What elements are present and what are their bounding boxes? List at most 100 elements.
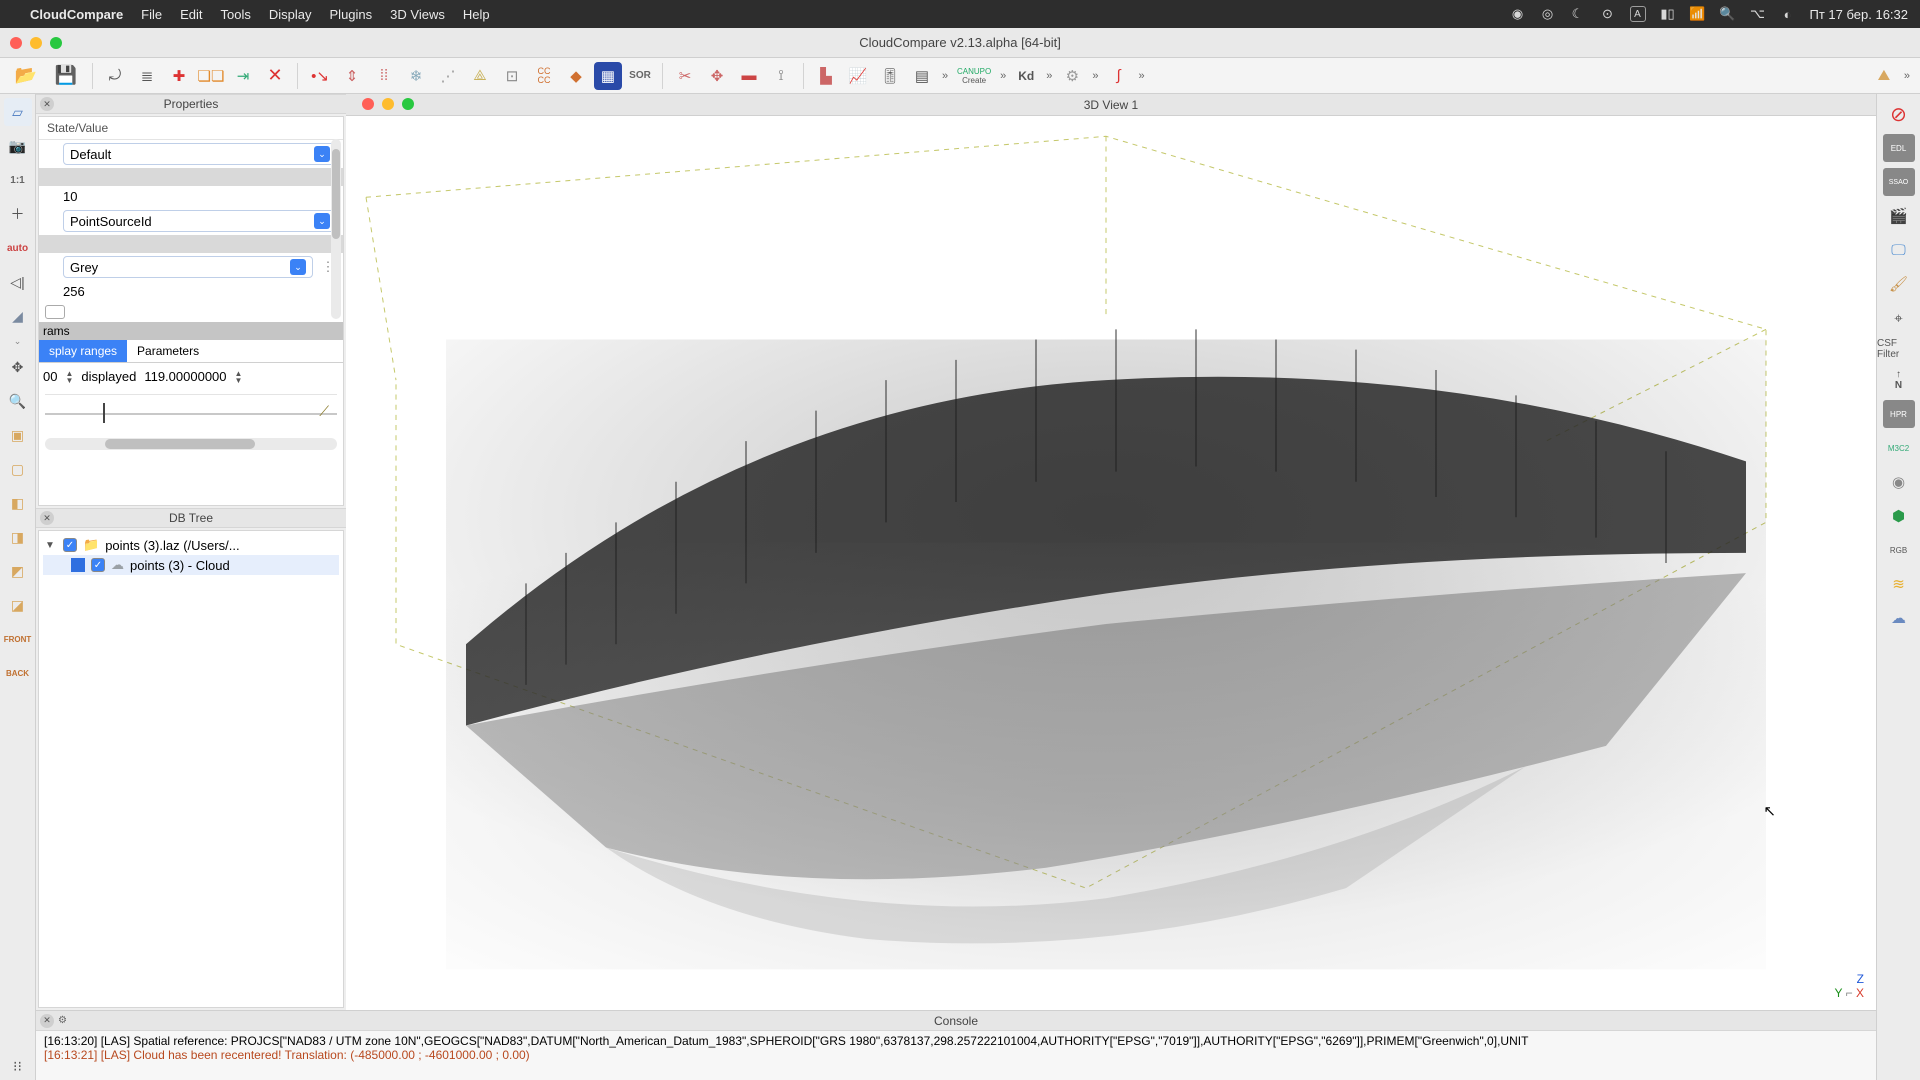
view-left-icon[interactable]: ◧ xyxy=(4,489,32,517)
app-name[interactable]: CloudCompare xyxy=(30,7,123,22)
misc-icon[interactable]: ⁝⁝ xyxy=(4,1052,32,1080)
flip-left-icon[interactable]: ◁| xyxy=(4,268,32,296)
fit-icon[interactable]: ⟟ xyxy=(767,62,795,90)
layers-icon[interactable]: ≋ xyxy=(1883,570,1915,598)
minimize-button[interactable] xyxy=(30,37,42,49)
clock[interactable]: Пт 17 бер. 16:32 xyxy=(1810,7,1909,22)
volume-icon[interactable]: ⛰ xyxy=(1870,62,1898,90)
console-close-icon[interactable]: ✕ xyxy=(40,1014,54,1028)
target-icon[interactable]: ⊙ xyxy=(1600,6,1616,22)
view-close-button[interactable] xyxy=(362,98,374,110)
3d-canvas[interactable]: ↖ Z Y ⌐ X xyxy=(346,116,1876,1010)
menu-plugins[interactable]: Plugins xyxy=(330,7,373,22)
shade-icon[interactable]: ◢ xyxy=(4,302,32,330)
siri-icon[interactable]: ◐ xyxy=(1780,6,1796,22)
canupo-icon[interactable]: CANUPOCreate xyxy=(954,62,994,90)
view-iso-icon[interactable]: ▱ xyxy=(4,98,32,126)
primitive-icon[interactable]: ◆ xyxy=(562,62,590,90)
toolbar-more-6[interactable]: » xyxy=(1902,70,1912,82)
delete-icon[interactable]: ✕ xyxy=(261,62,289,90)
view-back-icon[interactable]: BACK xyxy=(4,659,32,687)
menu-3dviews[interactable]: 3D Views xyxy=(390,7,445,22)
register-icon[interactable]: ⊡ xyxy=(498,62,526,90)
zoom-search-icon[interactable]: 🔍 xyxy=(4,387,32,415)
sf-graph-icon[interactable]: 📈 xyxy=(844,62,872,90)
one-to-one-icon[interactable]: 1:1 xyxy=(4,166,32,194)
h-scrollbar[interactable] xyxy=(45,438,337,450)
view-top-icon[interactable]: ▣ xyxy=(4,421,32,449)
point-picking-icon[interactable]: •↘ xyxy=(306,62,334,90)
menu-file[interactable]: File xyxy=(141,7,162,22)
brush-icon[interactable]: 🖌 xyxy=(1883,270,1915,298)
checkbox[interactable]: ✓ xyxy=(63,538,77,552)
pcv-plugin-icon[interactable]: ◉ xyxy=(1883,468,1915,496)
menu-edit[interactable]: Edit xyxy=(180,7,202,22)
disclosure-triangle-icon[interactable]: ▼ xyxy=(45,540,57,551)
close-button[interactable] xyxy=(10,37,22,49)
delaunay-icon[interactable]: ⟁ xyxy=(466,62,494,90)
pcv-icon[interactable]: ❄ xyxy=(402,62,430,90)
dbtree-close-icon[interactable]: ✕ xyxy=(40,511,54,525)
screen-icon[interactable]: 🖵 xyxy=(1883,236,1915,264)
hpr-icon[interactable]: HPR xyxy=(1883,400,1915,428)
battery-icon[interactable]: ▮▯ xyxy=(1660,6,1676,22)
curve-icon[interactable]: ∫ xyxy=(1105,62,1133,90)
tree-root-row[interactable]: ▼ ✓ 📁 points (3).laz (/Users/... xyxy=(43,535,339,555)
view-bottom-icon[interactable]: ▢ xyxy=(4,455,32,483)
ssao-icon[interactable]: SSAO xyxy=(1883,168,1915,196)
toolbar-more-5[interactable]: » xyxy=(1137,70,1147,82)
view-front-icon[interactable]: FRONT xyxy=(4,625,32,653)
range-max[interactable]: 119.00000000 xyxy=(144,369,226,384)
checkbox[interactable]: ✓ xyxy=(91,558,105,572)
sor-filter-icon[interactable]: SOR xyxy=(626,62,654,90)
record-icon[interactable]: ◉ xyxy=(1510,6,1526,22)
m3c2-icon[interactable]: M3C2 xyxy=(1883,434,1915,462)
lang-icon[interactable]: A xyxy=(1630,6,1646,22)
cross-section-icon[interactable]: ▬ xyxy=(735,62,763,90)
gear-icon[interactable]: ⚙ xyxy=(1058,62,1086,90)
spotlight-icon[interactable]: 🔍 xyxy=(1720,6,1736,22)
tab-parameters[interactable]: Parameters xyxy=(127,340,209,362)
view-minimize-button[interactable] xyxy=(382,98,394,110)
cc-cloud-icon[interactable]: ◎ xyxy=(1540,6,1556,22)
active-sf-combo[interactable]: PointSourceId⌄ xyxy=(63,210,337,232)
sampling-icon[interactable]: ⋰ xyxy=(434,62,462,90)
properties-icon[interactable]: ≣ xyxy=(133,62,161,90)
open-icon[interactable]: 📂 xyxy=(8,62,44,90)
raster-icon[interactable]: ▦ xyxy=(594,62,622,90)
toolbar-more-4[interactable]: » xyxy=(1090,70,1100,82)
zoom-button[interactable] xyxy=(50,37,62,49)
view-zoom-button[interactable] xyxy=(402,98,414,110)
menu-display[interactable]: Display xyxy=(269,7,312,22)
compass-icon[interactable]: ⌖ xyxy=(1883,304,1915,332)
point-list-picking-icon[interactable]: ✚ xyxy=(165,62,193,90)
range-min[interactable]: 00 xyxy=(43,369,57,384)
subsample-icon[interactable]: ⁞⁞ xyxy=(370,62,398,90)
north-arrow-icon[interactable]: ↑N xyxy=(1883,366,1915,394)
kd-icon[interactable]: Kd xyxy=(1012,62,1040,90)
console-gear-icon[interactable]: ⚙ xyxy=(58,1015,67,1026)
spinner-icon[interactable]: ▲▼ xyxy=(65,370,73,384)
spinner-icon[interactable]: ▲▼ xyxy=(235,370,243,384)
poisson-icon[interactable]: ⬢ xyxy=(1883,502,1915,530)
align-icon[interactable]: CCCC xyxy=(530,62,558,90)
level-icon[interactable]: ⇕ xyxy=(338,62,366,90)
segment-icon[interactable]: ✂ xyxy=(671,62,699,90)
camera-icon[interactable]: 📷 xyxy=(4,132,32,160)
menu-tools[interactable]: Tools xyxy=(221,7,251,22)
csf-filter-label[interactable]: CSF Filter xyxy=(1877,338,1920,360)
console-output[interactable]: [16:13:20] [LAS] Spatial reference: PROJ… xyxy=(36,1031,1876,1080)
menu-help[interactable]: Help xyxy=(463,7,490,22)
moon-icon[interactable]: ☾ xyxy=(1570,6,1586,22)
wifi-icon[interactable]: 📶 xyxy=(1690,6,1706,22)
clone-icon[interactable]: ❏❏ xyxy=(197,62,225,90)
auto-icon[interactable]: auto xyxy=(4,234,32,262)
toolbar-more-2[interactable]: » xyxy=(998,70,1008,82)
cloud-net-icon[interactable]: ☁ xyxy=(1883,604,1915,632)
view-iso1-icon[interactable]: ◩ xyxy=(4,557,32,585)
toolbar-more-1[interactable]: » xyxy=(940,70,950,82)
tree-child-row[interactable]: ✓ ☁ points (3) - Cloud xyxy=(43,555,339,575)
control-center-icon[interactable]: ⌥ xyxy=(1750,6,1766,22)
color-scale-icon[interactable]: 🎚 xyxy=(876,62,904,90)
save-icon[interactable]: 💾 xyxy=(48,62,84,90)
